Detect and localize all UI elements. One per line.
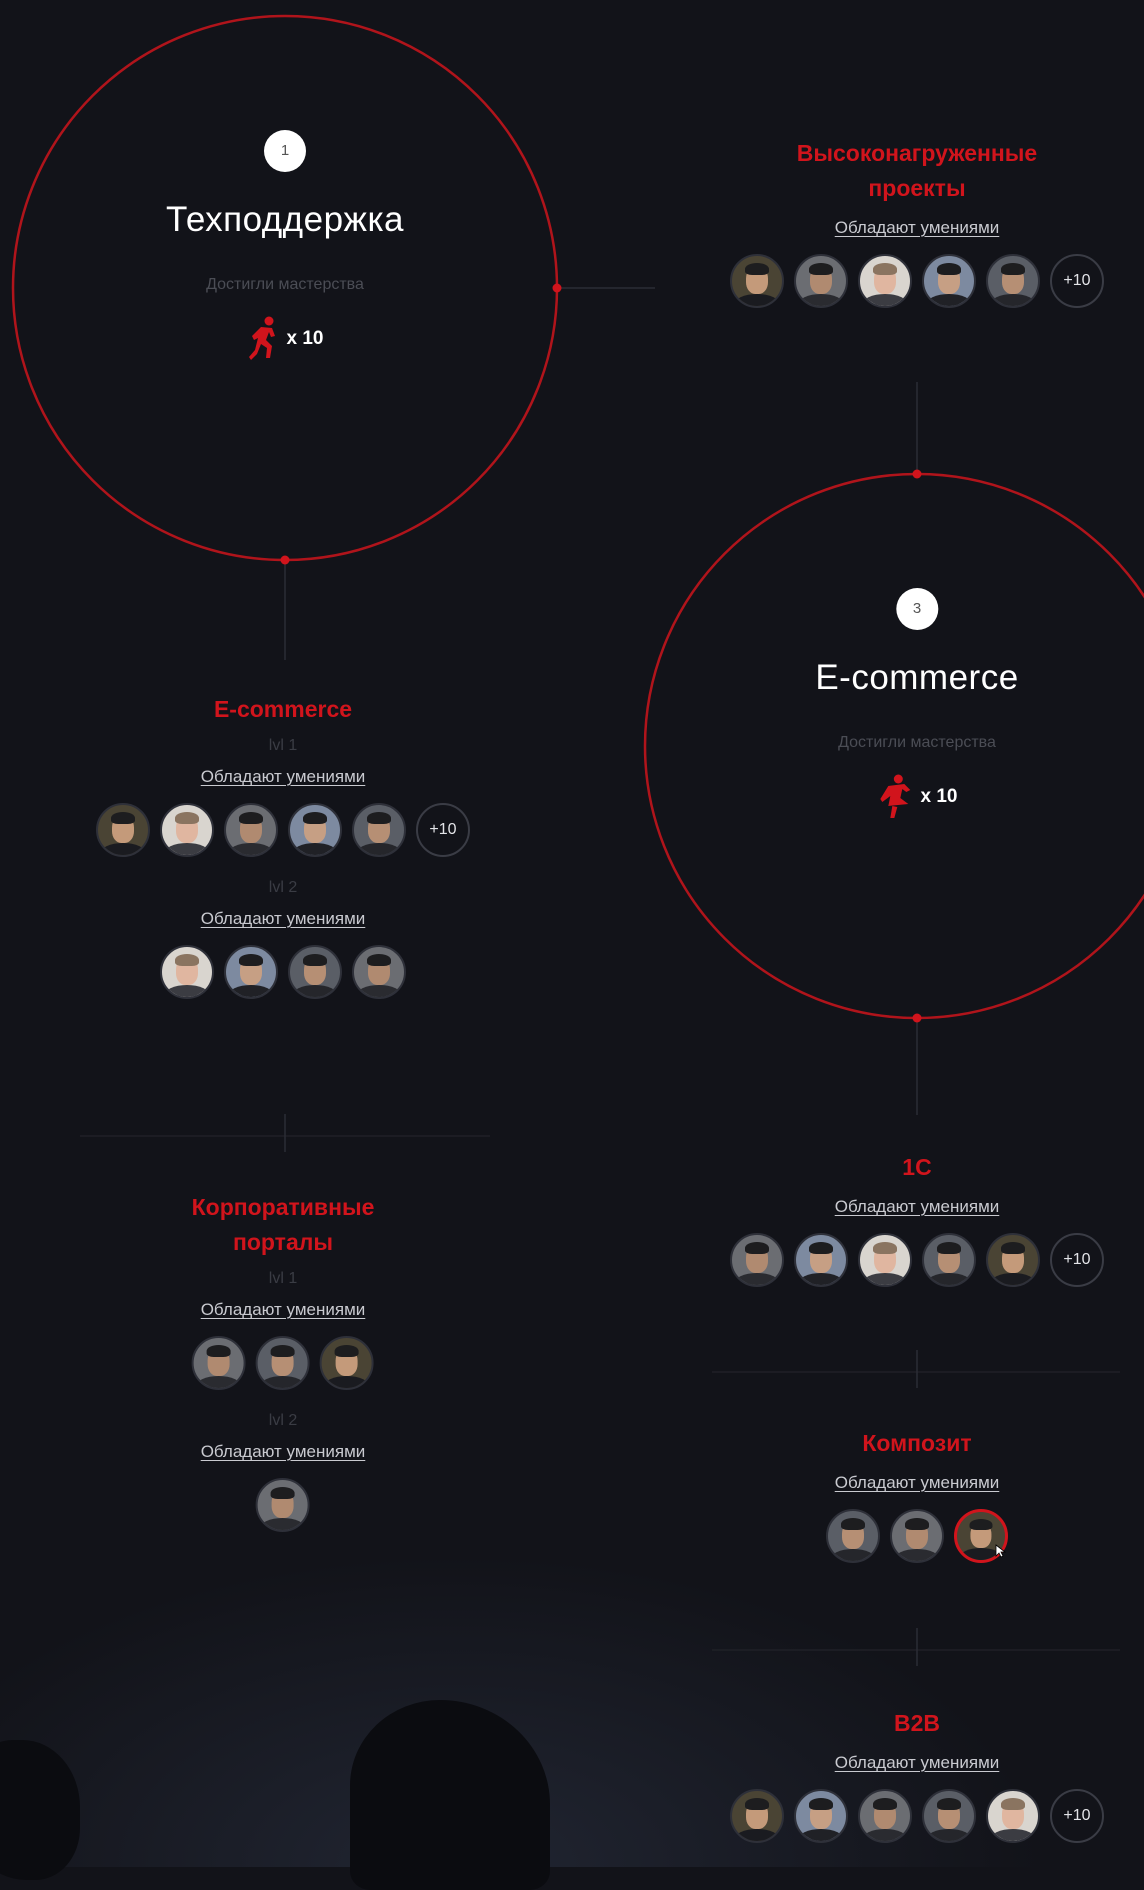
avatar-list: +10 [730, 1233, 1104, 1287]
avatar[interactable] [224, 803, 278, 857]
skill-kompozit: Композит Обладают умениями [826, 1426, 1008, 1563]
level-label: lvl 1 [268, 1270, 298, 1287]
skill-ecommerce: E-commerce lvl 1 Обладают умениями +10 l… [96, 692, 470, 999]
owners-link[interactable]: Обладают умениями [201, 1300, 366, 1320]
owners-link[interactable]: Обладают умениями [835, 1197, 1000, 1217]
avatar[interactable] [986, 1789, 1040, 1843]
avatar-list: +10 [730, 1789, 1104, 1843]
level-label: lvl 1 [268, 737, 298, 754]
avatar-list [191, 1336, 375, 1390]
owners-link[interactable]: Обладают умениями [201, 909, 366, 929]
mouse-cursor-icon [995, 1544, 1007, 1558]
connector-dot [912, 1013, 922, 1023]
avatar[interactable] [224, 945, 278, 999]
circle-title: Техподдержка [166, 200, 404, 239]
avatar[interactable] [986, 1233, 1040, 1287]
avatar[interactable] [794, 254, 848, 308]
more-avatars-button[interactable]: +10 [1050, 1789, 1104, 1843]
avatar-list: +10 [96, 803, 470, 857]
circle-ecommerce[interactable]: 3 E-commerce Достигли мастерства x 10 [815, 588, 1018, 820]
avatar[interactable] [352, 803, 406, 857]
avatar[interactable] [160, 945, 214, 999]
mastery-label: Достигли мастерства [206, 276, 364, 293]
avatar[interactable] [352, 945, 406, 999]
circle-title: E-commerce [815, 658, 1019, 697]
background-rock [350, 1700, 550, 1890]
avatar-list: +10 [730, 254, 1104, 308]
skill-title: E-commerce [213, 696, 353, 722]
avatar[interactable] [986, 254, 1040, 308]
avatar-list [192, 1478, 375, 1532]
mastery-multiplier: x 10 [286, 328, 324, 349]
avatar-selected[interactable] [954, 1509, 1008, 1563]
avatar[interactable] [858, 1789, 912, 1843]
avatar[interactable] [288, 803, 342, 857]
more-avatars-button[interactable]: +10 [416, 803, 470, 857]
more-avatars-button[interactable]: +10 [1050, 254, 1104, 308]
avatar[interactable] [794, 1789, 848, 1843]
owners-link[interactable]: Обладают умениями [201, 767, 366, 787]
skill-title: Корпоративные порталы [191, 1194, 375, 1255]
circle-techsupport[interactable]: 1 Техподдержка Достигли мастерства x 10 [166, 130, 404, 362]
step-number: 3 [896, 588, 938, 630]
avatar-list [826, 1509, 1008, 1563]
owners-link[interactable]: Обладают умениями [835, 1473, 1000, 1493]
avatar[interactable] [858, 254, 912, 308]
mastery-label: Достигли мастерства [838, 734, 996, 751]
avatar[interactable] [319, 1336, 374, 1390]
skill-title: Композит [862, 1430, 972, 1456]
level-label: lvl 2 [268, 879, 298, 896]
connector-dot [280, 555, 290, 565]
avatar[interactable] [730, 1233, 784, 1287]
avatar[interactable] [191, 1336, 246, 1390]
owners-link[interactable]: Обладают умениями [835, 1753, 1000, 1773]
mastery-badge: x 10 [815, 774, 1018, 820]
more-avatars-button[interactable]: +10 [1050, 1233, 1104, 1287]
mastery-multiplier: x 10 [920, 786, 958, 807]
avatar[interactable] [922, 254, 976, 308]
skill-highload: Высоконагруженные проекты Обладают умени… [730, 136, 1104, 308]
skill-b2b: B2B Обладают умениями +10 [730, 1706, 1104, 1843]
avatar-list [96, 945, 470, 999]
owners-link[interactable]: Обладают умениями [835, 218, 1000, 238]
avatar[interactable] [255, 1336, 310, 1390]
mastery-badge: x 10 [166, 316, 404, 362]
connector-dot [912, 469, 922, 479]
avatar[interactable] [96, 803, 150, 857]
runner-icon [248, 316, 275, 360]
avatar[interactable] [160, 803, 214, 857]
avatar[interactable] [890, 1509, 944, 1563]
avatar[interactable] [794, 1233, 848, 1287]
background-rock [0, 1740, 80, 1880]
connector-dot [552, 283, 562, 293]
skill-portals: Корпоративные порталы lvl 1 Обладают уме… [191, 1190, 375, 1532]
avatar[interactable] [288, 945, 342, 999]
avatar[interactable] [922, 1233, 976, 1287]
owners-link[interactable]: Обладают умениями [201, 1442, 366, 1462]
avatar[interactable] [730, 254, 784, 308]
avatar[interactable] [826, 1509, 880, 1563]
avatar[interactable] [730, 1789, 784, 1843]
skill-title: 1С [902, 1154, 932, 1180]
runner-icon [880, 774, 911, 818]
level-label: lvl 2 [268, 1412, 298, 1429]
avatar[interactable] [255, 1478, 310, 1532]
avatar[interactable] [858, 1233, 912, 1287]
avatar[interactable] [922, 1789, 976, 1843]
skill-title: B2B [893, 1710, 940, 1736]
step-number: 1 [264, 130, 306, 172]
skill-1c: 1С Обладают умениями +10 [730, 1150, 1104, 1287]
skill-title: Высоконагруженные проекты [796, 140, 1038, 201]
